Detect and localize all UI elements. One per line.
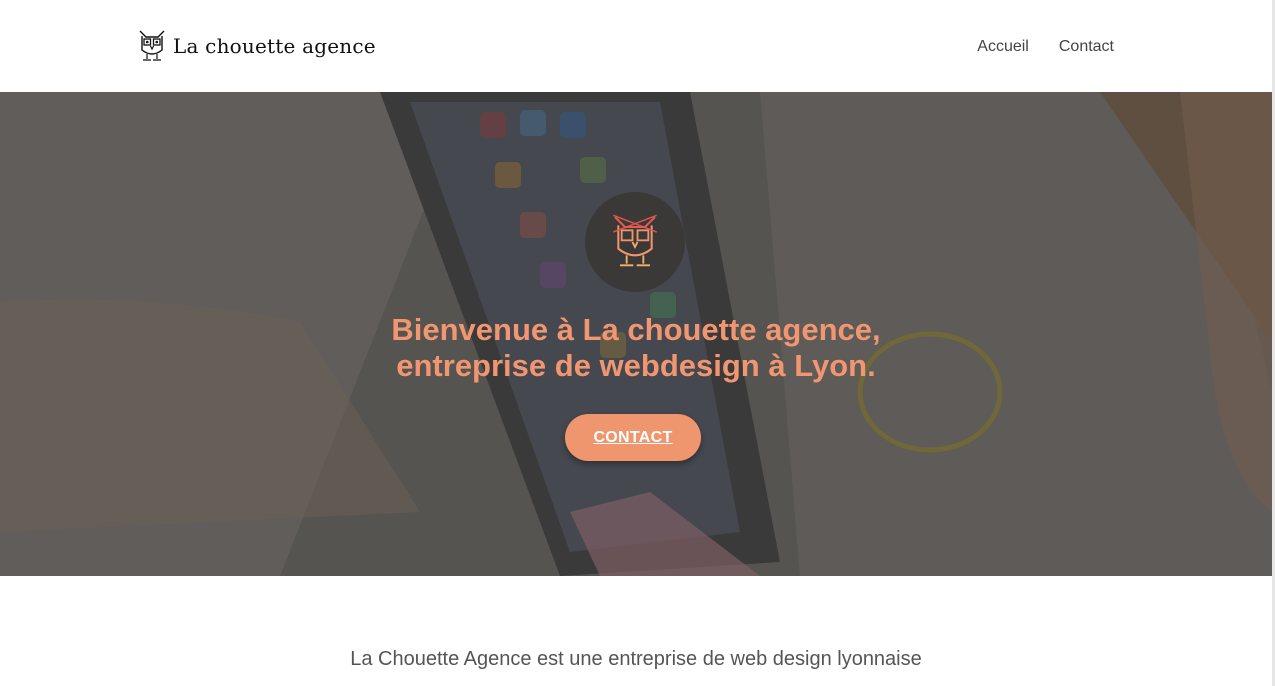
owl-badge — [585, 192, 685, 292]
main-nav: Accueil Contact — [977, 38, 1114, 56]
site-header: La chouette agence Accueil Contact — [0, 0, 1272, 92]
hero-title-line-1: Bienvenue à La chouette agence, — [391, 312, 881, 347]
brand-logo-link[interactable]: La chouette agence — [137, 28, 376, 64]
hero-banner: Bienvenue à La chouette agence, entrepri… — [0, 92, 1272, 576]
owl-icon — [613, 214, 657, 267]
hero-title: Bienvenue à La chouette agence, entrepri… — [0, 312, 1272, 384]
hero-title-line-2: entreprise de webdesign à Lyon. — [396, 348, 876, 383]
brand-name: La chouette agence — [173, 34, 376, 58]
contact-button[interactable]: CONTACT — [565, 414, 701, 461]
intro-text: La Chouette Agence est une entreprise de… — [350, 648, 922, 670]
owl-logo-icon — [139, 30, 165, 61]
nav-link-contact[interactable]: Contact — [1059, 38, 1114, 56]
nav-link-accueil[interactable]: Accueil — [977, 38, 1029, 56]
